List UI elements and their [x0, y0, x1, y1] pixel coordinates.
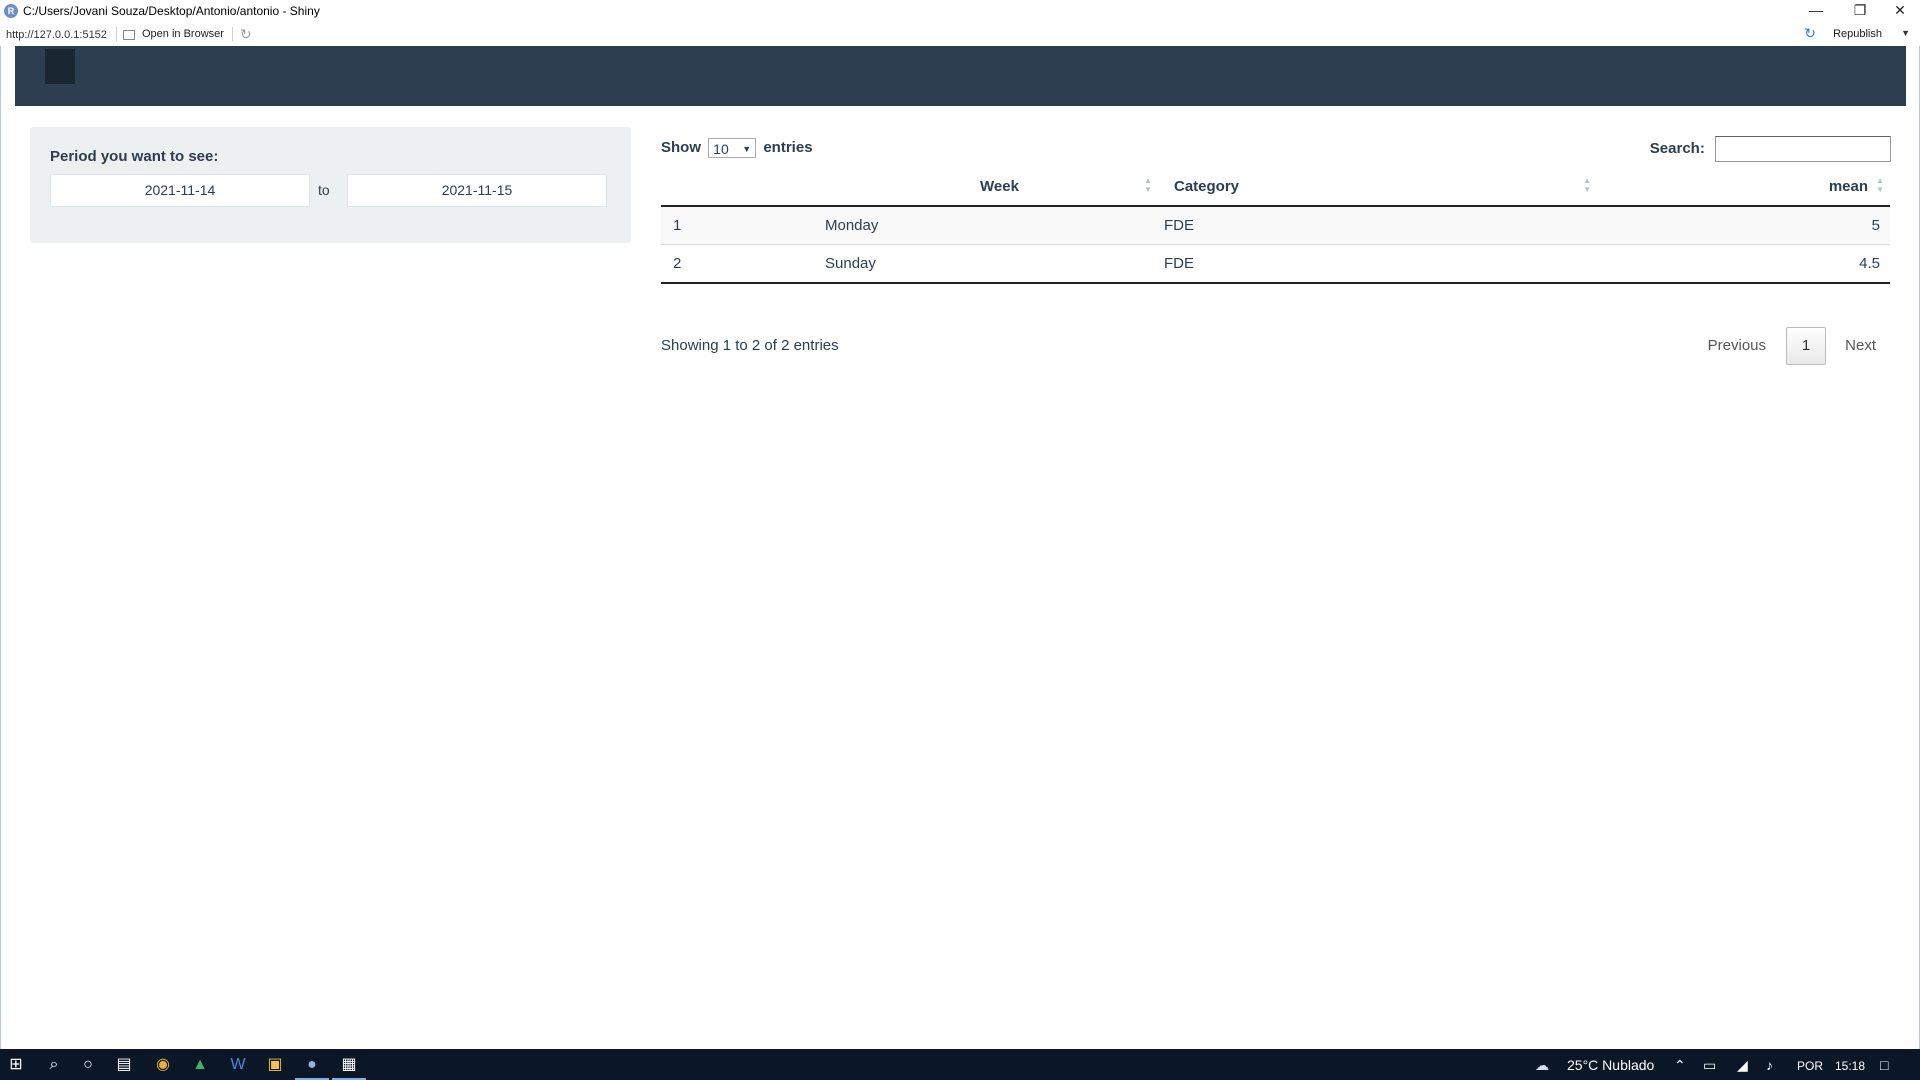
republish-button[interactable]: Republish	[1833, 28, 1882, 40]
viewer-toolbar: http://127.0.0.1:5152 Open in Browser ↻ …	[0, 22, 1920, 47]
page-length-select[interactable]: 10 ▼	[708, 138, 757, 158]
close-button[interactable]: ✕	[1880, 0, 1920, 22]
cortana-icon[interactable]: ○	[76, 1054, 100, 1076]
period-label: Period you want to see:	[50, 148, 219, 165]
cell-week: Sunday	[825, 244, 1164, 284]
cloud-icon: ☁	[1535, 1057, 1549, 1073]
search-icon[interactable]: ⌕	[42, 1054, 66, 1076]
r-app-icon: R	[4, 4, 18, 18]
cell-mean: 4.5	[1603, 244, 1890, 284]
toolbar-divider	[232, 27, 233, 41]
column-header-category[interactable]: Category ▲ ▼	[1164, 168, 1603, 207]
window-title: C:/Users/Jovani Souza/Desktop/Antonio/an…	[23, 4, 320, 18]
table-row[interactable]: 2 Sunday FDE 4.5	[661, 244, 1890, 284]
open-browser-icon	[123, 30, 135, 40]
notifications-icon[interactable]: □	[1880, 1057, 1888, 1073]
taskbar: ⊞ ⌕ ○ ▤ ◉ ▲ W ▣ ● ▦ ☁ 25°C Nublado ⌃ ▭ ◢…	[0, 1049, 1920, 1080]
search-control: Search:	[1650, 136, 1891, 162]
cell-week: Monday	[825, 205, 1164, 245]
sort-icon: ▲ ▼	[1583, 176, 1591, 194]
previous-button[interactable]: Previous	[1708, 337, 1766, 354]
word-icon[interactable]: W	[226, 1054, 250, 1076]
volume-icon[interactable]: ♪	[1766, 1057, 1773, 1073]
start-date-input[interactable]: 2021-11-14	[50, 174, 310, 207]
network-icon[interactable]: ◢	[1737, 1057, 1748, 1074]
windows-start-icon[interactable]: ⊞	[4, 1054, 28, 1076]
cell-category: FDE	[1164, 205, 1603, 245]
republish-icon: ↻	[1804, 25, 1816, 41]
sidebar-panel: Period you want to see: 2021-11-14 to 20…	[30, 127, 631, 243]
search-input[interactable]	[1715, 136, 1891, 162]
page-length-value: 10	[713, 141, 729, 157]
length-control: Show 10 ▼ entries	[661, 138, 813, 158]
refresh-icon[interactable]: ↻	[240, 26, 252, 43]
chevron-down-icon[interactable]: ▼	[1901, 28, 1910, 38]
data-table: Week ▲ ▼ Category ▲ ▼ mean ▲ ▼ 1 Monday FDE 5 …	[661, 168, 1890, 284]
column-header-mean[interactable]: mean ▲ ▼	[1603, 168, 1890, 207]
calculator-icon[interactable]: ▦	[337, 1054, 361, 1076]
task-view-icon[interactable]: ▤	[112, 1054, 136, 1076]
date-range-input: 2021-11-14 to 2021-11-15	[50, 174, 608, 207]
cell-index: 1	[661, 205, 825, 245]
end-date-input[interactable]: 2021-11-15	[347, 174, 607, 207]
minimize-button[interactable]: —	[1796, 0, 1836, 22]
shiny-app: Period you want to see: 2021-11-14 to 20…	[0, 46, 1920, 1049]
show-label: Show	[661, 138, 701, 156]
table-info: Showing 1 to 2 of 2 entries	[661, 337, 839, 354]
language-indicator[interactable]: POR	[1797, 1059, 1823, 1073]
cell-mean: 5	[1603, 205, 1890, 245]
navbar-brand[interactable]	[45, 49, 75, 84]
next-button[interactable]: Next	[1845, 337, 1876, 354]
sort-icon: ▲ ▼	[1876, 176, 1884, 194]
chevron-up-icon[interactable]: ⌃	[1674, 1057, 1686, 1074]
restore-button[interactable]: ❐	[1840, 0, 1880, 22]
column-header-week[interactable]: Week ▲ ▼	[825, 168, 1164, 207]
sort-icon: ▲ ▼	[1144, 176, 1152, 194]
page-button-1[interactable]: 1	[1786, 327, 1826, 365]
chrome-icon[interactable]: ◉	[151, 1054, 175, 1076]
cell-category: FDE	[1164, 244, 1603, 284]
app-url: http://127.0.0.1:5152	[6, 29, 107, 41]
rstudio-icon[interactable]: ●	[300, 1054, 324, 1076]
column-header-index[interactable]	[661, 168, 825, 207]
search-label: Search:	[1649, 139, 1705, 157]
file-explorer-icon[interactable]: ▣	[263, 1054, 287, 1076]
pagination: Previous 1 Next	[1691, 327, 1891, 365]
open-in-browser-button[interactable]: Open in Browser	[142, 28, 224, 40]
window-titlebar: R C:/Users/Jovani Souza/Desktop/Antonio/…	[0, 0, 1920, 22]
cell-index: 2	[661, 244, 825, 284]
battery-icon[interactable]: ▭	[1703, 1057, 1716, 1074]
table-header-row: Week ▲ ▼ Category ▲ ▼ mean ▲ ▼	[661, 168, 1890, 207]
date-range-separator: to	[318, 182, 330, 198]
weather-status[interactable]: 25°C Nublado	[1567, 1057, 1654, 1073]
google-drive-icon[interactable]: ▲	[188, 1054, 212, 1076]
navbar	[15, 46, 1906, 106]
toolbar-divider	[116, 27, 117, 41]
table-row[interactable]: 1 Monday FDE 5	[661, 205, 1890, 245]
caret-down-icon: ▼	[742, 144, 752, 154]
clock[interactable]: 15:18	[1835, 1059, 1865, 1073]
entries-label: entries	[763, 138, 813, 156]
